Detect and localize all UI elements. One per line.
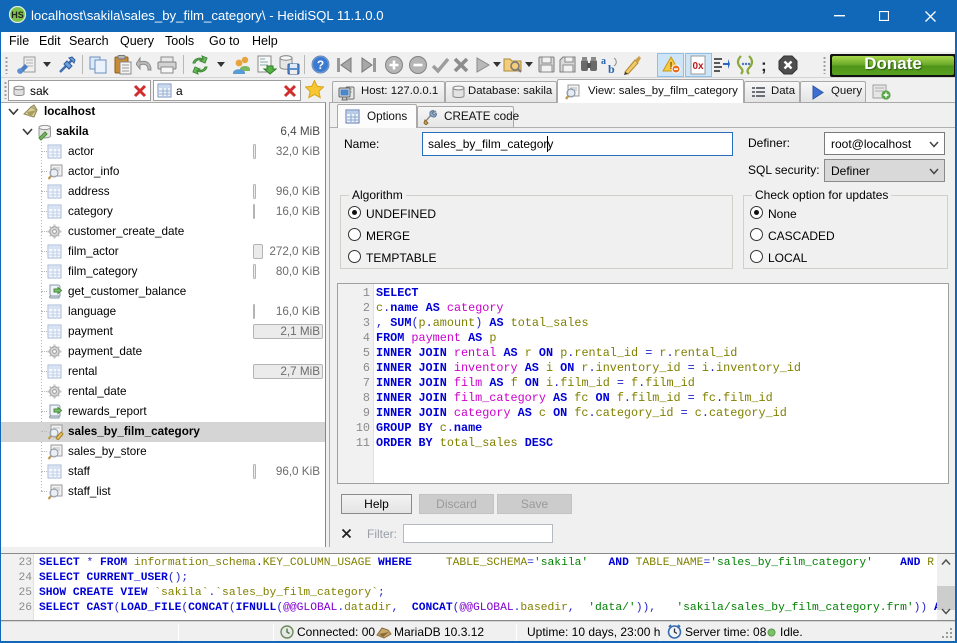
- svg-text:HS: HS: [11, 10, 24, 20]
- svg-text:?: ?: [317, 58, 324, 72]
- svg-text:;: ;: [761, 56, 767, 74]
- svg-text:a: a: [601, 56, 606, 67]
- svg-text:b: b: [608, 62, 615, 75]
- svg-text:0x: 0x: [692, 61, 704, 72]
